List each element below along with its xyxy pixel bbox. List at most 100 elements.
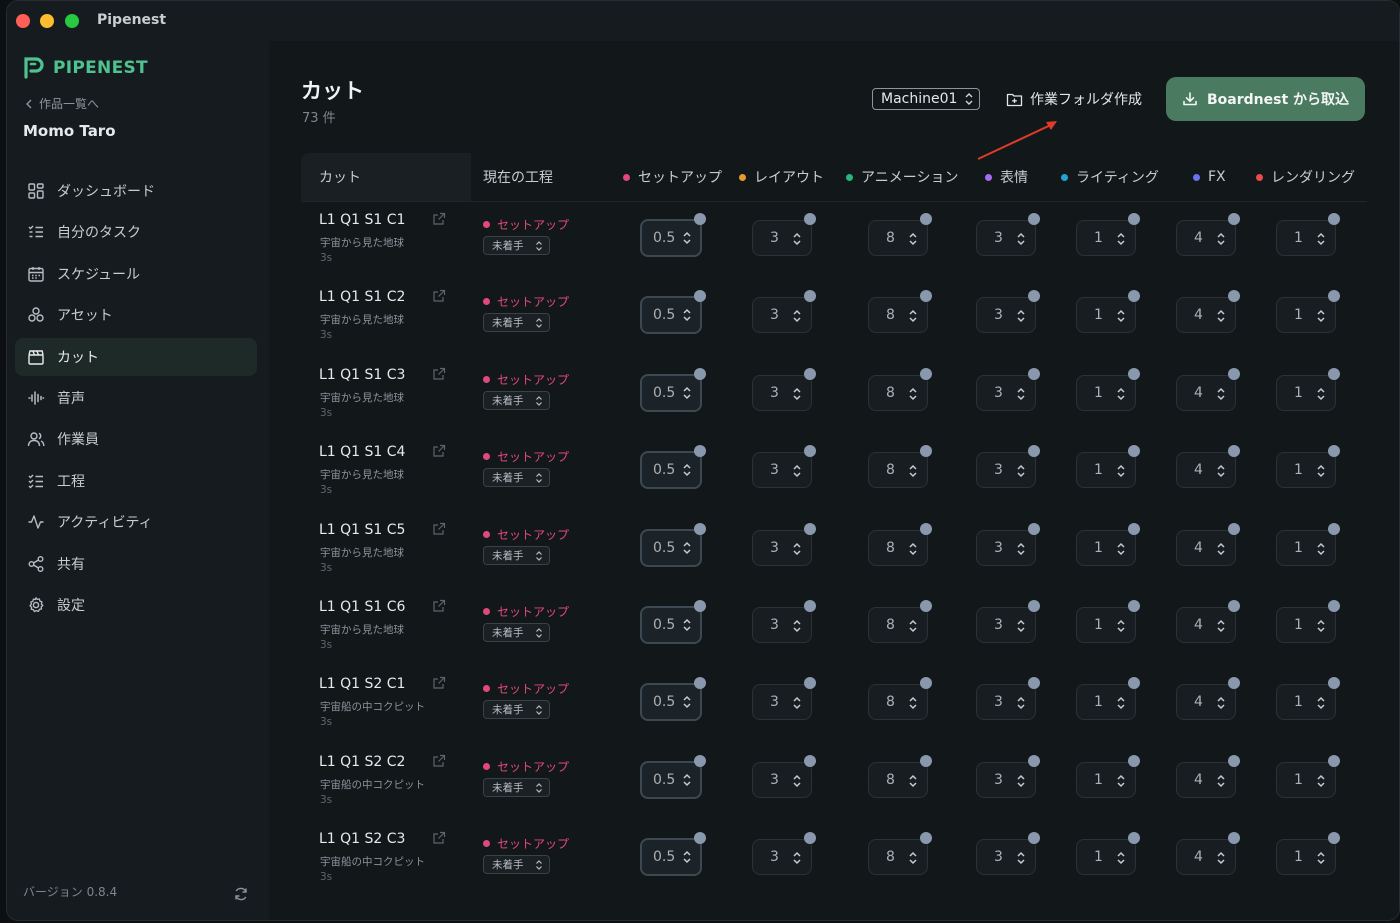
column-header-process[interactable]: セットアップ [623, 153, 722, 201]
column-header-process[interactable]: 表情 [985, 153, 1028, 201]
cut-name[interactable]: L1 Q1 S1 C2 [319, 289, 405, 305]
chevron-up-down-icon[interactable] [682, 616, 692, 634]
chevron-up-down-icon[interactable] [682, 229, 692, 247]
chevron-up-down-icon[interactable] [1316, 694, 1326, 712]
chevron-up-down-icon[interactable] [908, 540, 918, 558]
process-quantity-stepper[interactable]: 3 [976, 529, 1036, 566]
external-link-icon[interactable] [432, 599, 446, 613]
process-quantity-stepper[interactable]: 3 [752, 452, 812, 489]
sidebar-item-audio-waveform[interactable]: 音声 [15, 379, 257, 417]
process-quantity-stepper[interactable]: 1 [1276, 761, 1336, 798]
chevron-up-down-icon[interactable] [908, 694, 918, 712]
process-quantity-stepper[interactable]: 4 [1176, 839, 1236, 876]
chevron-up-down-icon[interactable] [792, 540, 802, 558]
chevron-up-down-icon[interactable] [1116, 849, 1126, 867]
maximize-window-button[interactable] [65, 14, 79, 28]
chevron-up-down-icon[interactable] [1216, 230, 1226, 248]
import-from-boardnest-button[interactable]: Boardnest から取込 [1166, 77, 1365, 121]
process-quantity-stepper[interactable]: 3 [976, 452, 1036, 489]
external-link-icon[interactable] [432, 676, 446, 690]
external-link-icon[interactable] [432, 367, 446, 381]
chevron-up-down-icon[interactable] [1316, 772, 1326, 790]
process-quantity-stepper[interactable]: 3 [976, 839, 1036, 876]
minimize-window-button[interactable] [40, 14, 54, 28]
cut-name[interactable]: L1 Q1 S1 C6 [319, 599, 405, 615]
process-quantity-stepper[interactable]: 1 [1076, 374, 1136, 411]
process-quantity-stepper[interactable]: 3 [752, 529, 812, 566]
chevron-up-down-icon[interactable] [1116, 694, 1126, 712]
chevron-up-down-icon[interactable] [1316, 540, 1326, 558]
chevron-up-down-icon[interactable] [1316, 462, 1326, 480]
chevron-up-down-icon[interactable] [1216, 462, 1226, 480]
process-quantity-stepper[interactable]: 1 [1076, 452, 1136, 489]
chevron-up-down-icon[interactable] [682, 461, 692, 479]
table-row[interactable]: L1 Q1 S1 C1 宇宙から見た地球 3s セットアップ 未着手 0.5 3 8 3 1 4 1 [301, 202, 1367, 279]
column-header-process[interactable]: FX [1193, 153, 1226, 201]
chevron-up-down-icon[interactable] [682, 384, 692, 402]
machine-select[interactable]: Machine01 [872, 88, 980, 110]
sidebar-item-share[interactable]: 共有 [15, 545, 257, 583]
chevron-up-down-icon[interactable] [1116, 772, 1126, 790]
back-to-projects-link[interactable]: 作品一覧へ [25, 95, 99, 112]
chevron-up-down-icon[interactable] [792, 385, 802, 403]
chevron-up-down-icon[interactable] [1116, 385, 1126, 403]
external-link-icon[interactable] [432, 522, 446, 536]
process-quantity-stepper[interactable]: 4 [1176, 684, 1236, 721]
process-quantity-stepper[interactable]: 4 [1176, 529, 1236, 566]
chevron-up-down-icon[interactable] [1116, 540, 1126, 558]
status-select[interactable]: 未着手 [483, 855, 550, 875]
process-quantity-stepper[interactable]: 3 [752, 220, 812, 256]
process-quantity-stepper[interactable]: 3 [752, 761, 812, 798]
chevron-up-down-icon[interactable] [1216, 307, 1226, 325]
process-quantity-stepper[interactable]: 4 [1176, 297, 1236, 334]
process-quantity-stepper[interactable]: 0.5 [640, 683, 702, 722]
cut-name[interactable]: L1 Q1 S2 C3 [319, 831, 405, 847]
chevron-up-down-icon[interactable] [792, 772, 802, 790]
refresh-icon[interactable] [233, 886, 249, 902]
process-quantity-stepper[interactable]: 8 [868, 606, 928, 643]
chevron-up-down-icon[interactable] [1216, 540, 1226, 558]
process-quantity-stepper[interactable]: 3 [976, 297, 1036, 334]
sidebar-item-activity[interactable]: アクティビティ [15, 503, 257, 541]
process-quantity-stepper[interactable]: 1 [1076, 839, 1136, 876]
process-quantity-stepper[interactable]: 8 [868, 761, 928, 798]
external-link-icon[interactable] [432, 444, 446, 458]
chevron-up-down-icon[interactable] [908, 385, 918, 403]
chevron-up-down-icon[interactable] [682, 771, 692, 789]
column-header-process[interactable]: レンダリング [1256, 153, 1355, 201]
chevron-up-down-icon[interactable] [1316, 617, 1326, 635]
process-quantity-stepper[interactable]: 0.5 [640, 760, 702, 799]
process-quantity-stepper[interactable]: 3 [752, 297, 812, 334]
process-quantity-stepper[interactable]: 3 [752, 839, 812, 876]
column-header-process[interactable]: アニメーション [846, 153, 958, 201]
process-quantity-stepper[interactable]: 4 [1176, 606, 1236, 643]
chevron-up-down-icon[interactable] [908, 849, 918, 867]
process-quantity-stepper[interactable]: 1 [1076, 684, 1136, 721]
chevron-up-down-icon[interactable] [1316, 230, 1326, 248]
status-select[interactable]: 未着手 [483, 468, 550, 488]
chevron-up-down-icon[interactable] [1316, 385, 1326, 403]
chevron-up-down-icon[interactable] [1016, 849, 1026, 867]
process-quantity-stepper[interactable]: 8 [868, 839, 928, 876]
chevron-up-down-icon[interactable] [1116, 462, 1126, 480]
table-row[interactable]: L1 Q1 S2 C1 宇宙船の中コクピット 3s セットアップ 未着手 0.5 3 8 3 1 4… [301, 666, 1367, 743]
column-header-cut[interactable]: カット [301, 153, 471, 201]
process-quantity-stepper[interactable]: 4 [1176, 374, 1236, 411]
table-row[interactable]: L1 Q1 S2 C2 宇宙船の中コクピット 3s セットアップ 未着手 0.5 3 8 3 1 4… [301, 744, 1367, 821]
chevron-up-down-icon[interactable] [682, 306, 692, 324]
process-quantity-stepper[interactable]: 8 [868, 374, 928, 411]
process-quantity-stepper[interactable]: 4 [1176, 761, 1236, 798]
chevron-up-down-icon[interactable] [1016, 462, 1026, 480]
status-select[interactable]: 未着手 [483, 313, 550, 333]
process-quantity-stepper[interactable]: 1 [1076, 220, 1136, 256]
chevron-up-down-icon[interactable] [1016, 694, 1026, 712]
chevron-up-down-icon[interactable] [908, 772, 918, 790]
process-quantity-stepper[interactable]: 0.5 [640, 296, 702, 335]
chevron-up-down-icon[interactable] [1216, 385, 1226, 403]
status-select[interactable]: 未着手 [483, 390, 550, 410]
sidebar-item-gear[interactable]: 設定 [15, 586, 257, 624]
cut-name[interactable]: L1 Q1 S1 C1 [319, 212, 405, 228]
process-quantity-stepper[interactable]: 1 [1076, 606, 1136, 643]
table-row[interactable]: L1 Q1 S1 C6 宇宙から見た地球 3s セットアップ 未着手 0.5 3 8 3 1 4 1 [301, 589, 1367, 666]
status-select[interactable]: 未着手 [483, 236, 550, 255]
